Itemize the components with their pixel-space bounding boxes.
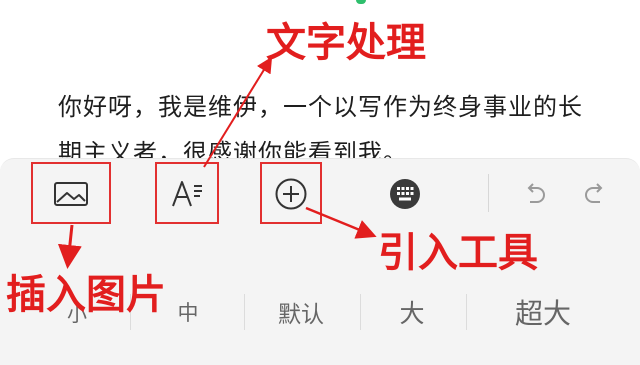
undo-icon [527, 183, 545, 203]
font-size-large[interactable]: 大 [374, 282, 450, 342]
font-size-medium-label: 中 [177, 301, 199, 325]
size-separator [466, 294, 467, 330]
status-hint-bar [356, 0, 366, 4]
font-size-large-label: 大 [399, 299, 425, 328]
article-line-1: 你好呀，我是维伊，一个以写作为终身事业的长 [58, 93, 583, 121]
insert-tool-button[interactable] [268, 172, 314, 216]
text-format-button[interactable] [162, 174, 212, 214]
font-size-extra-large-label: 超大 [514, 297, 571, 330]
annotation-import-tool: 引入工具 [378, 230, 538, 276]
toolbar-divider [488, 174, 489, 212]
plus-circle-icon [275, 178, 307, 210]
keyboard-button[interactable] [382, 172, 428, 216]
font-size-default[interactable]: 默认 [258, 282, 344, 342]
annotation-text-processing: 文字处理 [266, 20, 426, 66]
text-format-icon [172, 181, 202, 207]
undo-button[interactable] [512, 174, 556, 214]
insert-image-button[interactable] [46, 174, 96, 214]
keyboard-icon [390, 179, 420, 209]
font-size-extra-large[interactable]: 超大 [484, 282, 602, 342]
font-size-default-label: 默认 [278, 302, 324, 328]
size-separator [244, 294, 245, 330]
annotation-insert-image: 插入图片 [6, 272, 166, 318]
redo-button[interactable] [574, 174, 618, 214]
image-icon [54, 182, 88, 206]
redo-icon [585, 183, 603, 203]
size-separator [360, 294, 361, 330]
